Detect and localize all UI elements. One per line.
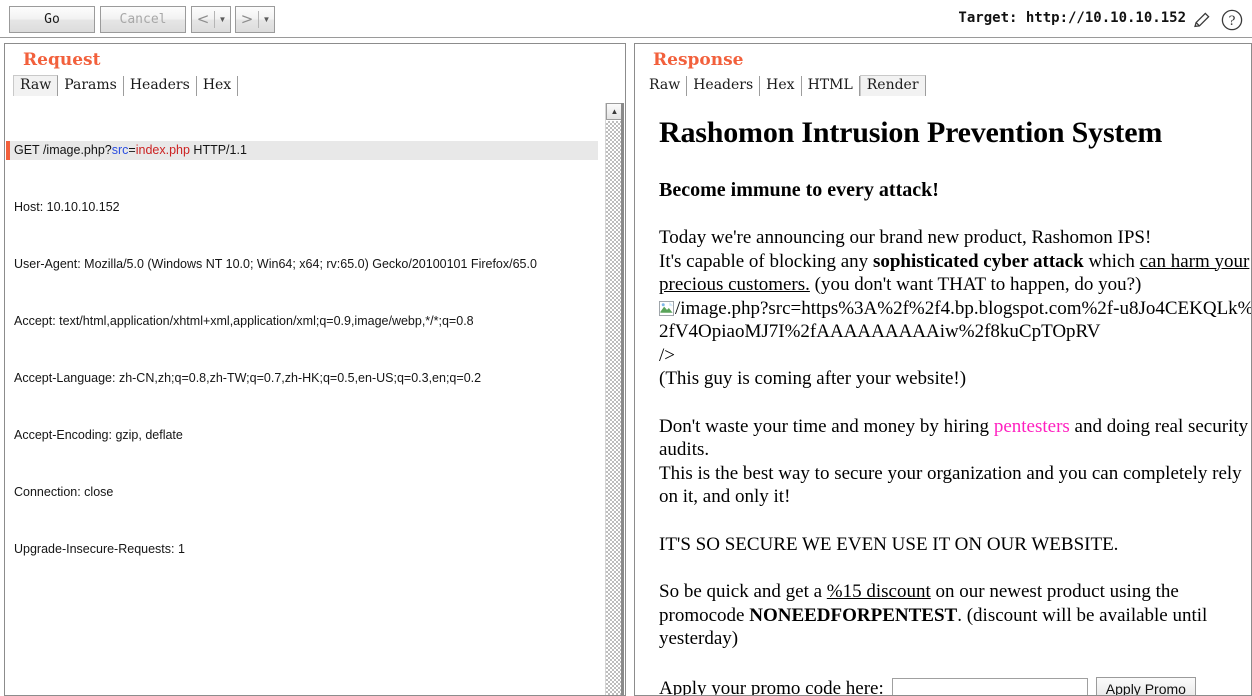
tab-response-hex[interactable]: Hex: [760, 76, 802, 96]
target-url-label: Target: http://10.10.10.152: [958, 10, 1186, 26]
tab-response-raw[interactable]: Raw: [643, 76, 688, 96]
pentester-line-pre: Don't waste your time and money by hirin…: [659, 415, 994, 437]
pencil-icon[interactable]: [1192, 10, 1212, 30]
request-raw-editor[interactable]: GET /image.php?src=index.php HTTP/1.1 Ho…: [6, 103, 625, 695]
request-line-request-target: GET /image.php?src=index.php HTTP/1.1: [6, 141, 598, 160]
cancel-button[interactable]: Cancel: [100, 6, 186, 33]
tab-request-headers[interactable]: Headers: [124, 76, 197, 96]
tab-request-hex[interactable]: Hex: [197, 76, 239, 96]
response-render-viewport: Rashomon Intrusion Prevention System Bec…: [636, 102, 1252, 696]
image-alt-text: /image.php?src=https%3A%2f%2f4.bp.blogsp…: [659, 297, 1252, 343]
tab-response-html[interactable]: HTML: [802, 76, 860, 96]
pentesters-link[interactable]: pentesters: [994, 416, 1070, 437]
page-title: Rashomon Intrusion Prevention System: [659, 116, 1163, 149]
scrollbar-edge: [621, 103, 624, 695]
request-header-accept: Accept: text/html,application/xhtml+xml,…: [14, 314, 474, 328]
query-param-name: src: [111, 143, 129, 157]
top-toolbar: Go Cancel < ▼ > ▼ Target: http://10.10.1…: [0, 0, 1252, 38]
pentester-line-2: This is the best way to secure your orga…: [659, 462, 1242, 508]
request-panel: Request Raw Params Headers Hex GET /imag…: [4, 43, 626, 696]
request-header-host: Host: 10.10.10.152: [14, 200, 120, 214]
tab-request-params[interactable]: Params: [58, 76, 124, 96]
intro-line-1: Today we're announcing our brand new pro…: [659, 227, 1152, 248]
query-param-value: index.php: [135, 143, 190, 157]
forward-arrow-icon: >: [240, 10, 254, 28]
intro-line-2-post: (you don't want THAT to happen, do you?): [809, 274, 1142, 295]
tab-response-headers[interactable]: Headers: [687, 76, 761, 96]
promo-code-input[interactable]: [891, 677, 1088, 695]
request-header-connection: Connection: close: [14, 485, 114, 499]
response-panel: Response Raw Headers Hex HTML Render Ras…: [634, 43, 1252, 696]
chevron-down-icon[interactable]: ▼: [259, 7, 274, 32]
discount-amount: %15 discount: [826, 581, 931, 602]
image-alt-tail: />: [659, 344, 675, 366]
tab-request-raw[interactable]: Raw: [13, 75, 59, 96]
request-panel-title: Request: [23, 50, 101, 70]
chevron-down-icon[interactable]: ▼: [215, 7, 230, 32]
request-tab-bar: Raw Params Headers Hex: [13, 75, 625, 96]
promo-label: Apply your promo code here:: [659, 677, 884, 696]
intro-bold-phrase: sophisticated cyber attack: [872, 250, 1084, 272]
go-button[interactable]: Go: [9, 6, 95, 33]
intro-line-2-mid: which: [1083, 250, 1140, 272]
tab-response-render[interactable]: Render: [859, 75, 926, 96]
secure-claim-paragraph: IT'S SO SECURE WE EVEN USE IT ON OUR WEB…: [659, 533, 1119, 555]
request-header-upgrade-insecure-requests: Upgrade-Insecure-Requests: 1: [14, 542, 185, 556]
image-caption: (This guy is coming after your website!): [659, 368, 967, 389]
discount-paragraph: So be quick and get a %15 discount on ou…: [659, 580, 1251, 651]
page-subtitle: Become immune to every attack!: [659, 179, 939, 201]
back-arrow-icon: <: [196, 10, 210, 28]
request-method-path: GET /image.php?: [14, 143, 112, 157]
response-panel-title: Response: [653, 50, 744, 70]
rendered-page: Rashomon Intrusion Prevention System Bec…: [636, 102, 1252, 696]
request-raw-text[interactable]: GET /image.php?src=index.php HTTP/1.1 Ho…: [6, 103, 598, 597]
intro-paragraph: Today we're announcing our brand new pro…: [659, 226, 1251, 297]
promo-code: NONEEDFORPENTEST: [749, 604, 958, 626]
request-vertical-scrollbar[interactable]: ▲: [605, 103, 624, 695]
discount-pre: So be quick and get a: [659, 581, 827, 602]
apply-promo-button[interactable]: Apply Promo: [1095, 676, 1196, 695]
forward-button[interactable]: > ▼: [235, 6, 275, 33]
response-tab-bar: Raw Headers Hex HTML Render: [643, 75, 1251, 96]
request-header-accept-encoding: Accept-Encoding: gzip, deflate: [14, 428, 183, 442]
intro-line-2-pre: It's capable of blocking any: [659, 250, 873, 272]
broken-image-icon: [659, 300, 674, 316]
http-version: HTTP/1.1: [189, 143, 247, 157]
request-header-accept-language: Accept-Language: zh-CN,zh;q=0.8,zh-TW;q=…: [14, 371, 482, 385]
question-mark-icon[interactable]: ?: [1221, 9, 1243, 31]
query-equals: =: [128, 143, 136, 157]
request-header-user-agent: User-Agent: Mozilla/5.0 (Windows NT 10.0…: [14, 257, 537, 271]
back-button[interactable]: < ▼: [191, 6, 231, 33]
pentester-paragraph: Don't waste your time and money by hirin…: [659, 415, 1251, 509]
svg-text:?: ?: [1229, 14, 1236, 29]
promo-form: Apply your promo code here: Apply Promo: [659, 676, 1251, 696]
broken-image-alt-block: /image.php?src=https%3A%2f%2f4.bp.blogsp…: [659, 297, 1252, 368]
